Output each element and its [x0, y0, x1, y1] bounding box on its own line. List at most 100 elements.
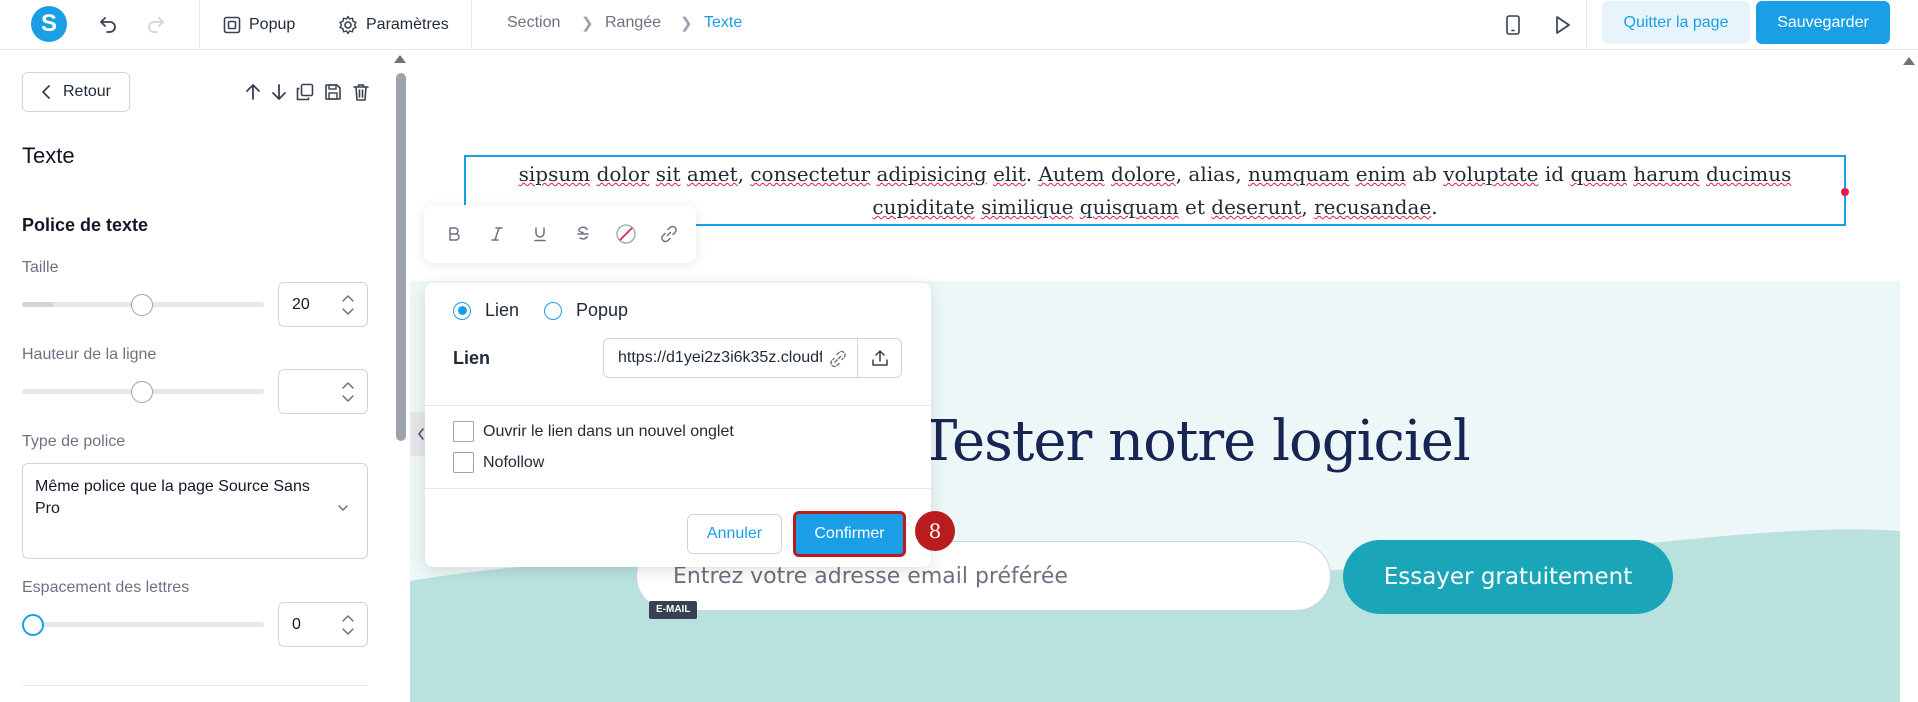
misspelled-word: voluptate — [1443, 162, 1539, 186]
back-button[interactable]: Retour — [22, 72, 130, 112]
upload-button[interactable] — [858, 338, 902, 378]
misspelled-word: dolore — [1111, 162, 1176, 186]
resize-handle[interactable] — [1841, 188, 1849, 196]
size-input[interactable]: 20 — [278, 282, 368, 327]
chevron-down-icon — [338, 505, 348, 511]
misspelled-word: cupiditate — [872, 195, 975, 219]
back-button-label: Retour — [62, 83, 112, 100]
line-height-label: Hauteur de la ligne — [22, 346, 157, 363]
line-height-input[interactable] — [278, 369, 368, 414]
new-tab-option[interactable]: Ouvrir le lien dans un nouvel onglet — [453, 421, 734, 442]
text-format-toolbar — [424, 205, 696, 263]
nofollow-checkbox[interactable] — [453, 452, 474, 473]
misspelled-word: adipisicing — [876, 162, 987, 186]
misspelled-word: enim — [1355, 162, 1406, 186]
bold-icon[interactable] — [442, 222, 466, 246]
line-height-slider-thumb[interactable] — [131, 381, 153, 403]
text-color-icon[interactable] — [614, 222, 638, 246]
paragraph-fragment: id — [1538, 162, 1571, 186]
canvas-scrollbar[interactable] — [1900, 51, 1918, 702]
misspelled-word: deserunt — [1211, 195, 1302, 219]
save-block-icon[interactable] — [322, 81, 344, 103]
misspelled-word: sit — [655, 162, 681, 186]
stepper-icon[interactable] — [341, 379, 355, 405]
misspelled-word: similique — [981, 195, 1074, 219]
radio-link[interactable]: Lien — [453, 300, 519, 321]
paragraph-fragment: ab — [1405, 162, 1444, 186]
misspelled-word: ducimus — [1705, 162, 1792, 186]
unlink-icon[interactable] — [829, 350, 847, 368]
new-tab-label: Ouvrir le lien dans un nouvel onglet — [483, 422, 734, 440]
paragraph-fragment: . — [1431, 195, 1438, 219]
misspelled-word: quam — [1570, 162, 1628, 186]
quit-page-button[interactable]: Quitter la page — [1602, 1, 1750, 44]
paragraph-fragment: . — [1025, 162, 1039, 186]
radio-popup-circle[interactable] — [544, 301, 562, 320]
breadcrumb-row[interactable]: Rangée — [605, 14, 661, 32]
misspelled-word: sipsum — [518, 162, 591, 186]
paragraph-fragment: et — [1178, 195, 1212, 219]
top-bar: S Popup Paramètres Section ❯ Rangée ❯ Te… — [0, 0, 1918, 50]
breadcrumb-chevron-icon: ❯ — [680, 15, 693, 32]
save-button[interactable]: Sauvegarder — [1756, 1, 1890, 44]
panel-scrollbar-thumb[interactable] — [396, 73, 406, 441]
breadcrumb-text[interactable]: Texte — [704, 14, 742, 32]
new-tab-checkbox[interactable] — [453, 421, 474, 442]
radio-popup[interactable]: Popup — [544, 300, 628, 321]
letter-spacing-slider[interactable] — [22, 622, 264, 627]
undo-icon[interactable] — [93, 10, 123, 40]
settings-button[interactable]: Paramètres — [338, 10, 449, 40]
letter-spacing-input[interactable]: 0 — [278, 602, 368, 647]
confirm-button[interactable]: Confirmer — [793, 511, 906, 557]
hero-heading: Tester notre logiciel — [920, 409, 1471, 474]
breadcrumb-chevron-icon: ❯ — [581, 15, 594, 32]
stepper-icon[interactable] — [341, 612, 355, 638]
radio-selected-dot — [457, 306, 467, 315]
toolbar-divider — [471, 0, 472, 50]
popup-divider — [425, 405, 931, 406]
letter-spacing-label: Espacement des lettres — [22, 579, 190, 596]
gear-icon — [339, 15, 357, 35]
font-type-select[interactable]: Même police que la page Source Sans Pro — [22, 463, 368, 559]
misspelled-word: harum — [1633, 162, 1700, 186]
cancel-button[interactable]: Annuler — [687, 514, 782, 554]
breadcrumb-section[interactable]: Section — [507, 14, 560, 32]
scroll-up-arrow-icon[interactable] — [1903, 57, 1915, 65]
underline-icon[interactable] — [528, 222, 552, 246]
email-placeholder: Entrez votre adresse email préférée — [673, 563, 1068, 589]
redo-icon[interactable] — [141, 10, 171, 40]
try-free-button[interactable]: Essayer gratuitement — [1343, 540, 1673, 614]
move-up-icon[interactable] — [242, 81, 264, 103]
link-settings-popup: Lien Popup Lien https://d1yei2z3i6k35z.c… — [425, 283, 931, 567]
stepper-icon[interactable] — [341, 292, 355, 318]
chevron-left-icon — [42, 85, 50, 99]
scroll-up-arrow-icon[interactable] — [394, 55, 406, 63]
link-field-label: Lien — [453, 348, 491, 368]
misspelled-word: quisquam — [1079, 195, 1179, 219]
url-input[interactable]: https://d1yei2z3i6k35z.cloudfront.net — [603, 338, 858, 378]
trash-icon[interactable] — [350, 81, 372, 103]
radio-link-label: Lien — [485, 300, 520, 320]
strikethrough-icon[interactable] — [571, 222, 595, 246]
misspelled-word: recusandae — [1314, 195, 1432, 219]
app-logo[interactable]: S — [31, 6, 67, 42]
italic-icon[interactable] — [485, 222, 509, 246]
radio-link-circle[interactable] — [453, 301, 471, 320]
misspelled-word: elit — [993, 162, 1026, 186]
move-down-icon[interactable] — [268, 81, 290, 103]
panel-divider — [22, 685, 368, 686]
paragraph-fragment: , alias, — [1175, 162, 1249, 186]
size-slider-thumb[interactable] — [131, 294, 153, 316]
email-field-tag: E-MAIL — [649, 601, 698, 619]
link-icon[interactable] — [657, 222, 681, 246]
popup-button-label: Popup — [249, 16, 296, 33]
letter-spacing-slider-thumb[interactable] — [22, 614, 44, 636]
properties-panel: Retour Texte Police de texte Taille 20 H… — [0, 51, 392, 702]
popup-divider — [425, 488, 931, 489]
nofollow-option[interactable]: Nofollow — [453, 452, 544, 473]
mobile-preview-icon[interactable] — [1498, 10, 1528, 40]
duplicate-icon[interactable] — [294, 81, 316, 103]
popup-button[interactable]: Popup — [223, 10, 295, 40]
radio-popup-label: Popup — [576, 300, 629, 320]
play-icon[interactable] — [1547, 10, 1577, 40]
